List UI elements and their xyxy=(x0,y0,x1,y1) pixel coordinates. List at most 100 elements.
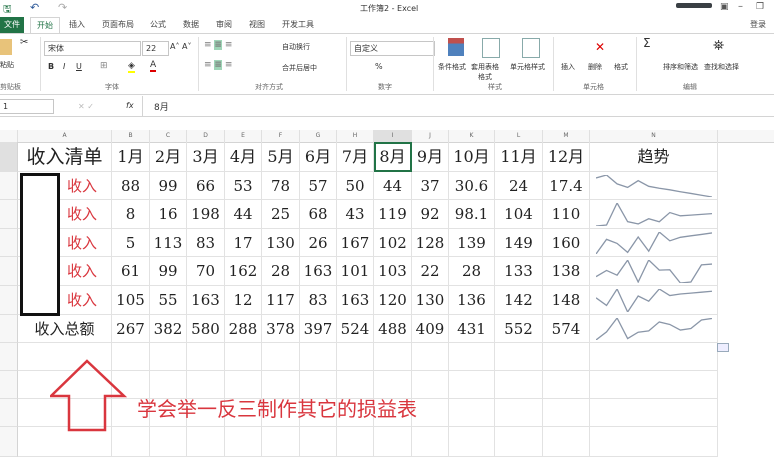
merge-center-button[interactable]: 合并后居中 xyxy=(282,63,317,73)
row-header[interactable] xyxy=(0,427,18,457)
font-name-select[interactable]: 宋体 xyxy=(44,41,141,56)
cell[interactable]: 12 xyxy=(225,286,262,315)
tab-formulas[interactable]: 公式 xyxy=(150,19,166,30)
cut-icon[interactable]: ✂ xyxy=(20,37,28,48)
cell[interactable]: 收入清单 xyxy=(18,142,112,172)
cell[interactable] xyxy=(187,427,225,457)
align-center-icons[interactable]: ≡ ≡ ≡ xyxy=(204,60,264,72)
cell[interactable] xyxy=(590,371,718,399)
paste-icon[interactable] xyxy=(0,39,12,55)
cell[interactable]: 68 xyxy=(300,200,337,229)
cancel-icon[interactable]: ✕ ✓ xyxy=(78,102,94,111)
cell[interactable]: 5月 xyxy=(262,142,300,172)
cell[interactable]: 288 xyxy=(225,315,262,343)
cell[interactable]: 162 xyxy=(225,257,262,286)
cell[interactable]: 409 xyxy=(412,315,449,343)
redo-icon[interactable]: ↷ xyxy=(58,1,67,14)
cell[interactable] xyxy=(300,343,337,371)
column-header-O[interactable] xyxy=(718,130,774,143)
cell[interactable]: 110 xyxy=(543,200,590,229)
cell[interactable]: 26 xyxy=(300,229,337,257)
cell[interactable]: 43 xyxy=(337,200,374,229)
cell[interactable]: 12月 xyxy=(543,142,590,172)
cell[interactable]: 24 xyxy=(495,172,543,200)
row-header[interactable] xyxy=(0,257,18,286)
row-header[interactable] xyxy=(0,142,18,172)
cell[interactable]: 10月 xyxy=(449,142,495,172)
cell[interactable]: 382 xyxy=(150,315,187,343)
cell[interactable] xyxy=(495,343,543,371)
cell[interactable]: 70 xyxy=(187,257,225,286)
cell[interactable] xyxy=(543,427,590,457)
cell[interactable]: 收入总额 xyxy=(18,315,112,343)
cell[interactable] xyxy=(495,427,543,457)
cell[interactable]: 1月 xyxy=(112,142,150,172)
cell[interactable] xyxy=(590,343,718,371)
cell[interactable]: 2月 xyxy=(150,142,187,172)
row-header[interactable] xyxy=(0,200,18,229)
format-as-table-button[interactable]: 套用表格格式 xyxy=(470,62,500,82)
cell[interactable] xyxy=(150,343,187,371)
cell[interactable]: 378 xyxy=(262,315,300,343)
cell[interactable] xyxy=(150,427,187,457)
cell[interactable] xyxy=(412,399,449,427)
conditional-format-button[interactable]: 条件格式 xyxy=(438,62,466,72)
row-header[interactable] xyxy=(0,286,18,315)
autosum-button[interactable]: Σ xyxy=(643,36,651,50)
wrap-text-button[interactable]: 自动换行 xyxy=(282,42,310,52)
delete-cells-button[interactable]: 删除 xyxy=(588,62,602,72)
cell[interactable]: 136 xyxy=(449,286,495,315)
cell[interactable]: 37 xyxy=(412,172,449,200)
cell[interactable]: 163 xyxy=(337,286,374,315)
minimize-icon[interactable]: – xyxy=(738,1,743,12)
cell[interactable]: 119 xyxy=(374,200,412,229)
cell[interactable]: 524 xyxy=(337,315,374,343)
cell[interactable]: 130 xyxy=(412,286,449,315)
cell[interactable] xyxy=(412,371,449,399)
login-link[interactable]: 登录 xyxy=(750,19,766,30)
cell[interactable]: 92 xyxy=(412,200,449,229)
font-color-icon[interactable]: A xyxy=(150,60,157,72)
cell[interactable] xyxy=(543,399,590,427)
undo-icon[interactable]: ↶ xyxy=(30,1,39,14)
cell[interactable]: 22 xyxy=(412,257,449,286)
tab-insert[interactable]: 插入 xyxy=(69,19,85,30)
insert-cells-button[interactable]: 插入 xyxy=(561,62,575,72)
cell[interactable] xyxy=(449,399,495,427)
cell[interactable]: 101 xyxy=(337,257,374,286)
quick-analysis-icon[interactable] xyxy=(717,343,729,352)
underline-button[interactable]: U xyxy=(76,62,82,71)
cell[interactable]: 44 xyxy=(374,172,412,200)
cell[interactable]: 7月 xyxy=(337,142,374,172)
insert-function-button[interactable]: fx xyxy=(126,101,134,110)
paste-button[interactable]: 粘贴 xyxy=(0,60,14,70)
cell[interactable]: 397 xyxy=(300,315,337,343)
cell[interactable]: 198 xyxy=(187,200,225,229)
cell[interactable]: 99 xyxy=(150,257,187,286)
cell[interactable] xyxy=(337,343,374,371)
tab-home[interactable]: 开始 xyxy=(30,17,60,34)
name-box[interactable]: 1 xyxy=(0,99,54,114)
cell[interactable]: 103 xyxy=(374,257,412,286)
cell[interactable]: 133 xyxy=(495,257,543,286)
align-top-icons[interactable]: ≡ ≡ ≡ xyxy=(204,40,264,52)
cell[interactable] xyxy=(337,427,374,457)
cell[interactable]: 17 xyxy=(225,229,262,257)
cell[interactable]: 11月 xyxy=(495,142,543,172)
row-header[interactable] xyxy=(0,229,18,257)
cell[interactable]: 6月 xyxy=(300,142,337,172)
cell[interactable] xyxy=(187,343,225,371)
cell[interactable]: 30.6 xyxy=(449,172,495,200)
bold-button[interactable]: B xyxy=(48,62,54,71)
border-icon[interactable]: ⊞ xyxy=(100,61,108,71)
cell[interactable] xyxy=(412,427,449,457)
row-header[interactable] xyxy=(0,371,18,399)
cell[interactable]: 163 xyxy=(300,257,337,286)
cell[interactable]: 130 xyxy=(262,229,300,257)
cell[interactable]: 117 xyxy=(262,286,300,315)
formula-input[interactable]: 8月 xyxy=(154,100,169,113)
cell[interactable] xyxy=(449,371,495,399)
cell[interactable]: 128 xyxy=(412,229,449,257)
cell[interactable]: 25 xyxy=(262,200,300,229)
cell[interactable]: 83 xyxy=(187,229,225,257)
